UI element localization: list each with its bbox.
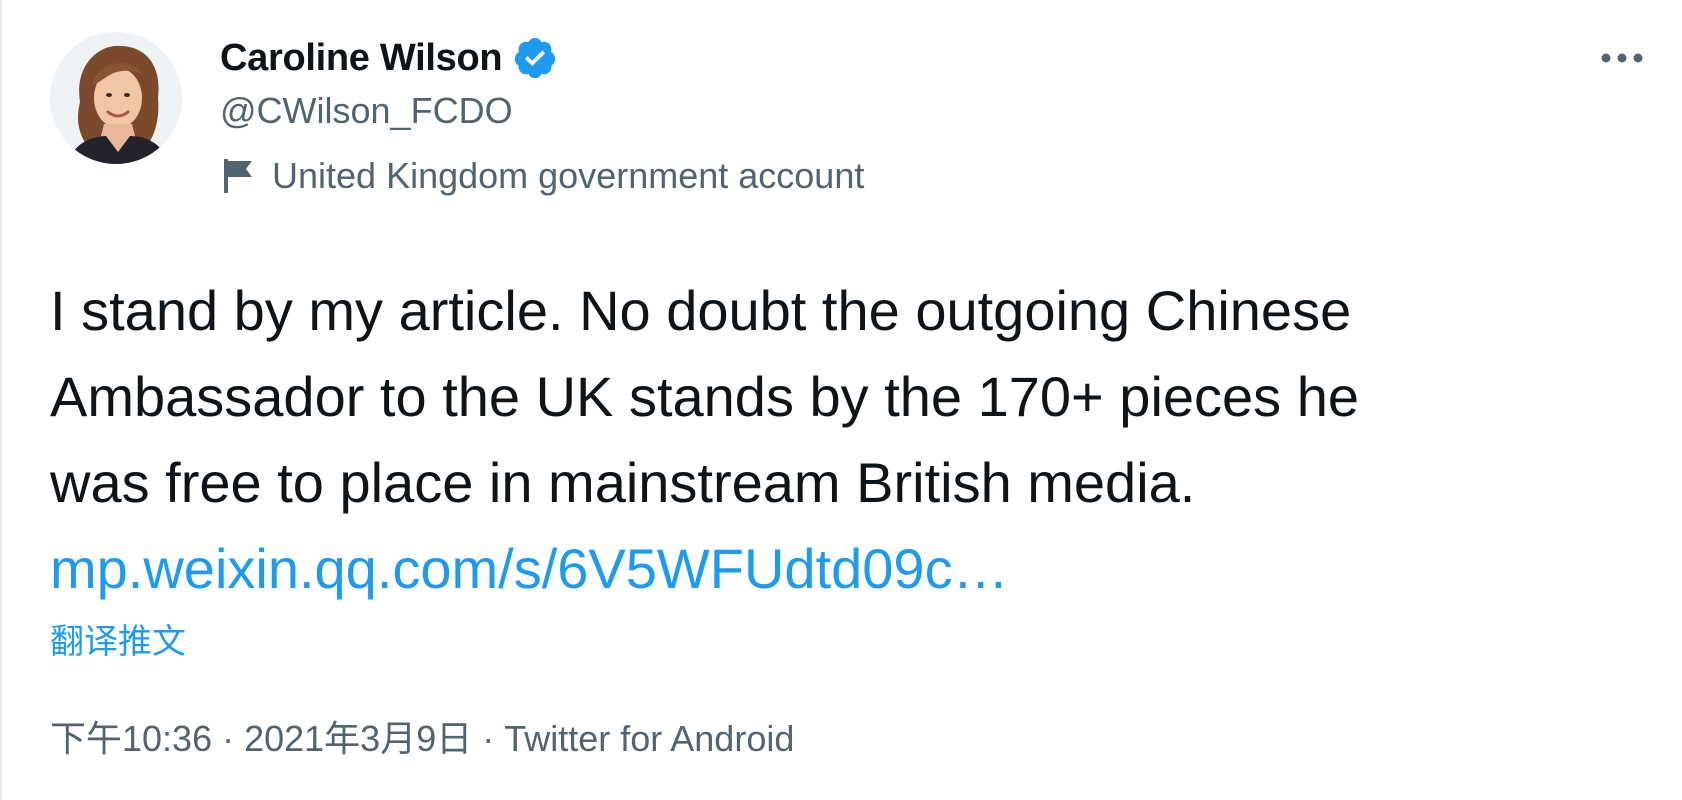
flag-icon	[222, 157, 256, 195]
tweet-text: I stand by my article. No doubt the outg…	[50, 268, 1630, 612]
avatar[interactable]	[50, 32, 182, 164]
tweet-source[interactable]: Twitter for Android	[504, 718, 794, 759]
avatar-image	[50, 32, 182, 164]
government-account-label-row: United Kingdom government account	[222, 152, 864, 200]
more-options-icon	[1601, 53, 1643, 63]
author-handle[interactable]: @CWilson_FCDO	[220, 90, 513, 132]
more-options-button[interactable]	[1592, 38, 1652, 78]
tweet-text-line: was free to place in mainstream British …	[50, 451, 1196, 514]
meta-separator: ·	[212, 718, 245, 759]
verified-badge-icon	[512, 35, 558, 81]
tweet-card: Caroline Wilson @CWilson_FCDO United Kin…	[0, 0, 1682, 800]
meta-separator: ·	[472, 718, 505, 759]
tweet-text-line: I stand by my article. No doubt the outg…	[50, 279, 1352, 342]
tweet-text-line: Ambassador to the UK stands by the 170+ …	[50, 365, 1360, 428]
government-account-label: United Kingdom government account	[272, 155, 865, 196]
tweet-metadata: 下午10:36 · 2021年3月9日 · Twitter for Androi…	[50, 710, 794, 762]
tweet-time[interactable]: 下午10:36	[50, 718, 212, 759]
tweet-date[interactable]: 2021年3月9日	[244, 718, 472, 759]
author-name-row[interactable]: Caroline Wilson	[220, 34, 558, 82]
tweet-link[interactable]: mp.weixin.qq.com/s/6V5WFUdtd09c…	[50, 526, 1630, 612]
author-display-name[interactable]: Caroline Wilson	[220, 37, 503, 80]
translate-tweet-button[interactable]: 翻译推文	[50, 614, 186, 663]
